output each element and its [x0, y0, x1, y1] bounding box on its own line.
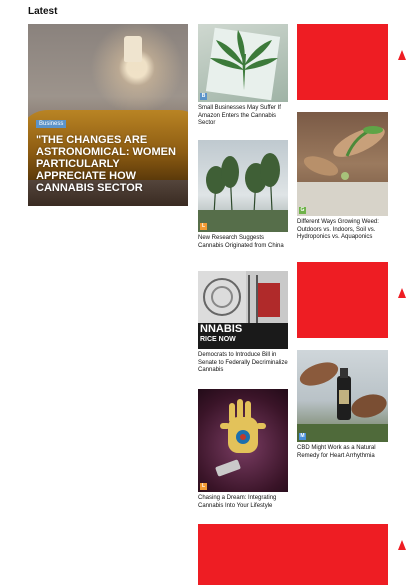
article-card[interactable]: L Chasing a Dream: Integrating Cannabis …	[198, 389, 288, 510]
cannabis-leaf-image	[205, 27, 281, 101]
category-badge[interactable]: B	[200, 93, 207, 100]
hands-plant-image	[297, 126, 388, 216]
article-card[interactable]: M CBD Might Work as a Natural Remedy for…	[297, 350, 388, 460]
article-card[interactable]: G Different Ways Growing Weed: Outdoors …	[297, 112, 388, 242]
category-badge[interactable]: L	[200, 223, 207, 230]
article-thumbnail[interactable]: G	[297, 112, 388, 216]
ad-marker-icon	[398, 540, 406, 550]
article-thumbnail[interactable]: L	[198, 389, 288, 492]
article-thumbnail[interactable]: B	[198, 24, 288, 102]
article-card[interactable]: NNABIS RICE NOW Democrats to Introduce B…	[198, 271, 288, 375]
article-title[interactable]: Democrats to Introduce Bill in Senate to…	[198, 352, 288, 375]
lamp-shape	[124, 36, 142, 62]
featured-category-badge[interactable]: Business	[36, 120, 67, 128]
article-thumbnail[interactable]: L	[198, 140, 288, 232]
section-title: Latest	[28, 6, 58, 17]
article-title[interactable]: CBD Might Work as a Natural Remedy for H…	[297, 445, 388, 460]
featured-headline[interactable]: "THE CHANGES ARE ASTRONOMICAL: WOMEN PAR…	[36, 134, 184, 194]
article-title[interactable]: New Research Suggests Cannabis Originate…	[198, 235, 288, 250]
article-thumbnail[interactable]: NNABIS RICE NOW	[198, 271, 288, 349]
article-title[interactable]: Small Businesses May Suffer If Amazon En…	[198, 105, 288, 128]
cannabis-plants-image	[198, 153, 288, 232]
advertisement[interactable]	[297, 262, 388, 338]
featured-article[interactable]: Business "THE CHANGES ARE ASTRONOMICAL: …	[28, 24, 188, 206]
article-title[interactable]: Different Ways Growing Weed: Outdoors vs…	[297, 219, 388, 242]
poster-text-line1: NNABIS	[200, 323, 243, 335]
article-thumbnail[interactable]: M	[297, 350, 388, 442]
hamsa-hand-image	[215, 399, 266, 477]
article-card[interactable]: L New Research Suggests Cannabis Origina…	[198, 140, 288, 250]
category-badge[interactable]: L	[200, 483, 207, 490]
article-title[interactable]: Chasing a Dream: Integrating Cannabis In…	[198, 495, 288, 510]
poster-text-line2: RICE NOW	[200, 336, 236, 343]
advertisement-wide[interactable]	[198, 524, 388, 585]
ad-marker-icon	[398, 288, 406, 298]
cbd-oil-bottle-image	[297, 362, 388, 442]
category-badge[interactable]: G	[299, 207, 306, 214]
advertisement[interactable]	[297, 24, 388, 100]
ad-marker-icon	[398, 50, 406, 60]
category-badge[interactable]: M	[299, 433, 306, 440]
article-card[interactable]: B Small Businesses May Suffer If Amazon …	[198, 24, 288, 128]
